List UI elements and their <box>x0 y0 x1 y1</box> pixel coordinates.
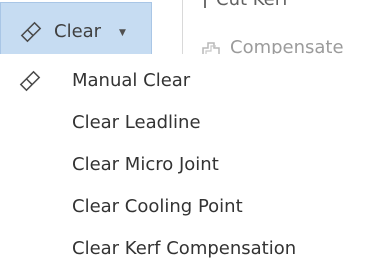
menu-item-label: Clear Leadline <box>72 112 201 133</box>
kerf-button[interactable]: Cut Kerf <box>204 0 288 8</box>
menu-item-label: Clear Cooling Point <box>72 196 243 217</box>
compensate-icon <box>200 38 222 54</box>
clear-button-label: Clear <box>54 21 102 42</box>
ribbon-separator <box>182 0 183 54</box>
eraser-icon <box>19 20 43 44</box>
caret-down-icon[interactable]: ▼ <box>119 28 126 38</box>
kerf-button-label: Cut Kerf <box>216 0 288 8</box>
menu-item-label: Manual Clear <box>72 70 191 91</box>
clear-dropdown-menu: Manual Clear Clear Leadline Clear Micro … <box>0 54 382 271</box>
eraser-icon <box>18 69 42 93</box>
menu-item-manual-clear[interactable]: Manual Clear <box>0 60 382 100</box>
clear-dropdown-button[interactable]: Clear ▼ <box>0 2 152 54</box>
menu-item-clear-kerf-compensation[interactable]: Clear Kerf Compensation <box>0 228 382 268</box>
kerf-icon <box>204 0 206 8</box>
menu-item-clear-cooling-point[interactable]: Clear Cooling Point <box>0 186 382 226</box>
compensate-button[interactable]: Compensate <box>200 38 344 54</box>
ribbon-toolbar: Clear ▼ Cut Kerf Compensate <box>0 0 382 54</box>
compensate-button-label: Compensate <box>230 38 344 54</box>
menu-item-label: Clear Kerf Compensation <box>72 238 297 259</box>
menu-item-clear-micro-joint[interactable]: Clear Micro Joint <box>0 144 382 184</box>
menu-item-label: Clear Micro Joint <box>72 154 219 175</box>
menu-item-clear-leadline[interactable]: Clear Leadline <box>0 102 382 142</box>
